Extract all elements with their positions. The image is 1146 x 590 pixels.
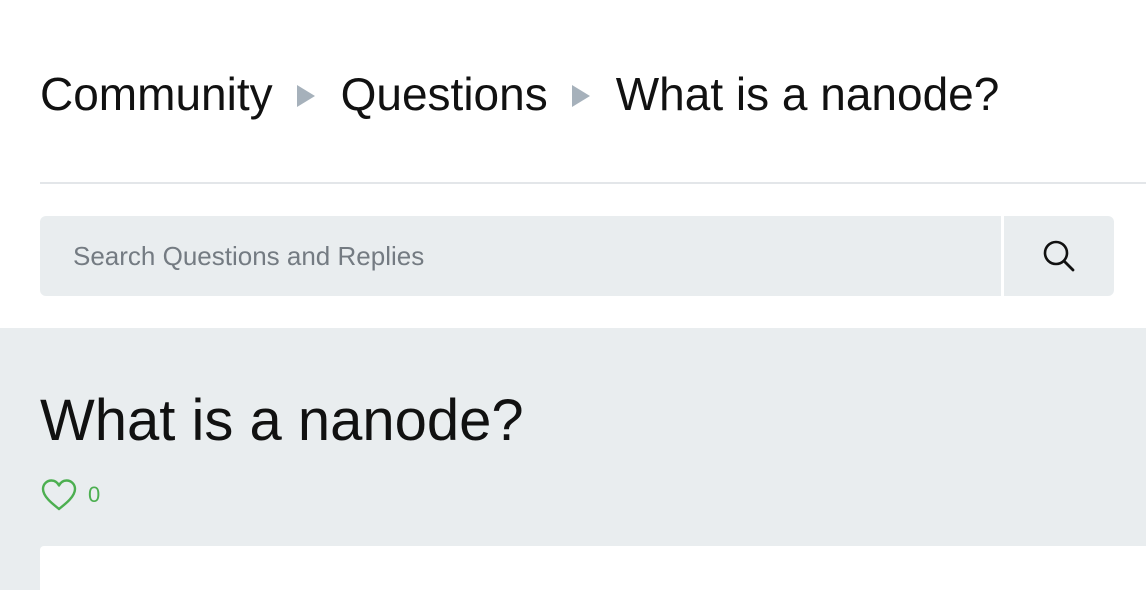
breadcrumb: Community Questions What is a nanode? xyxy=(40,62,999,126)
breadcrumb-link-community[interactable]: Community xyxy=(40,62,273,126)
like-count: 0 xyxy=(88,482,101,507)
search-bar xyxy=(40,216,1114,296)
breadcrumb-link-questions[interactable]: Questions xyxy=(341,62,548,126)
search-button[interactable] xyxy=(1004,216,1114,296)
header-divider xyxy=(40,182,1146,184)
question-body-card xyxy=(40,546,1146,590)
breadcrumb-separator-icon xyxy=(571,85,590,107)
breadcrumb-separator-icon xyxy=(296,85,315,107)
like-button[interactable]: 0 xyxy=(40,477,100,513)
breadcrumb-current: What is a nanode? xyxy=(615,68,1000,120)
page: Community Questions What is a nanode? Wh… xyxy=(0,0,1146,590)
search-input[interactable] xyxy=(40,216,1001,296)
question-header: What is a nanode? 0 xyxy=(0,328,1146,590)
heart-outline-icon xyxy=(41,479,77,511)
search-icon xyxy=(1043,240,1075,272)
question-title: What is a nanode? xyxy=(40,388,524,453)
